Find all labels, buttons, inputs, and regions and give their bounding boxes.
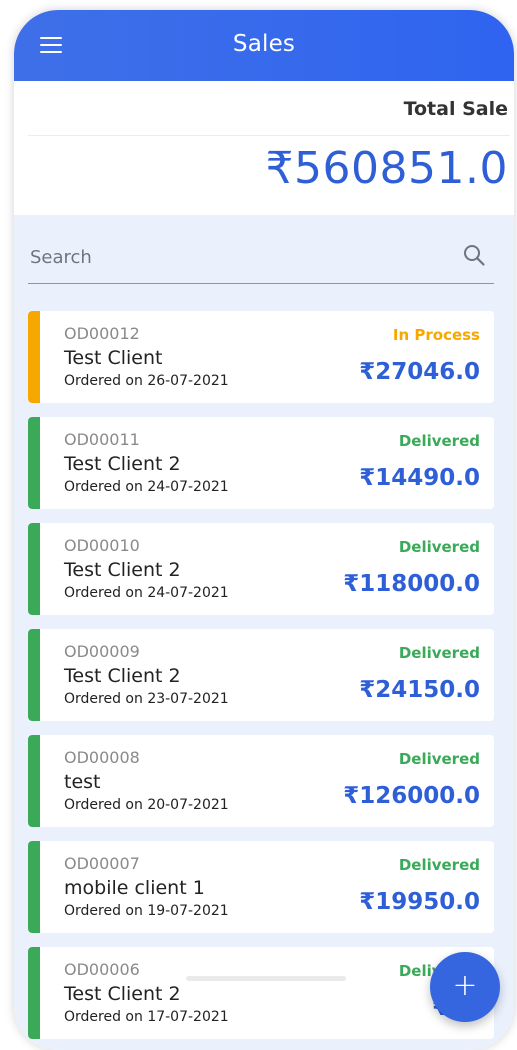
status-badge: Delivered (398, 644, 480, 662)
client-name: Test Client (64, 347, 163, 369)
order-amount: ₹118000.0 (343, 571, 480, 597)
status-badge: Delivered (398, 856, 480, 874)
status-badge: Delivered (398, 432, 480, 450)
status-stripe (28, 947, 40, 1039)
client-name: Test Client 2 (64, 559, 181, 581)
divider (28, 135, 510, 136)
total-sale-label: Total Sale (403, 98, 508, 120)
search-icon[interactable] (462, 243, 486, 267)
total-sale-summary: Total Sale ₹560851.0 (14, 81, 514, 215)
order-card[interactable]: OD00008 test Ordered on 20-07-2021 Delivere… (28, 735, 494, 827)
order-date: Ordered on 24-07-2021 (64, 479, 229, 495)
search-bar (28, 233, 494, 284)
status-stripe (28, 417, 40, 509)
order-card[interactable]: OD00010 Test Client 2 Ordered on 24-07-202… (28, 523, 494, 615)
status-stripe (28, 841, 40, 933)
order-date: Ordered on 24-07-2021 (64, 585, 229, 601)
status-stripe (28, 523, 40, 615)
order-date: Ordered on 26-07-2021 (64, 373, 229, 389)
status-stripe (28, 629, 40, 721)
order-id: OD00011 (64, 430, 140, 449)
app-bar: Sales (14, 10, 514, 81)
page-title: Sales (232, 31, 296, 57)
order-card[interactable]: OD00012 Test Client Ordered on 26-07-2021 I… (28, 311, 494, 403)
order-id: OD00008 (64, 748, 140, 767)
plus-icon: + (452, 968, 478, 1003)
status-badge: Delivered (398, 750, 480, 768)
order-date: Ordered on 19-07-2021 (64, 903, 229, 919)
order-id: OD00006 (64, 960, 140, 979)
total-sale-value: ₹560851.0 (265, 143, 508, 194)
order-id: OD00009 (64, 642, 140, 661)
client-name: test (64, 771, 101, 793)
order-amount: ₹24150.0 (359, 677, 480, 703)
order-card[interactable]: OD00007 mobile client 1 Ordered on 19-07-2… (28, 841, 494, 933)
order-id: OD00010 (64, 536, 140, 555)
phone-screen: Sales Total Sale ₹560851.0 OD00012 Test C… (14, 10, 514, 1050)
orders-list-area: OD00012 Test Client Ordered on 26-07-2021 I… (14, 215, 514, 1050)
order-date: Ordered on 23-07-2021 (64, 691, 229, 707)
order-date: Ordered on 20-07-2021 (64, 797, 229, 813)
home-indicator (186, 976, 346, 981)
status-stripe (28, 311, 40, 403)
client-name: mobile client 1 (64, 877, 205, 899)
status-badge: Delivered (398, 538, 480, 556)
order-id: OD00012 (64, 324, 140, 343)
order-amount: ₹14490.0 (359, 465, 480, 491)
client-name: Test Client 2 (64, 665, 181, 687)
order-date: Ordered on 17-07-2021 (64, 1009, 229, 1025)
add-order-button[interactable]: + (430, 952, 500, 1022)
order-card[interactable]: OD00009 Test Client 2 Ordered on 23-07-202… (28, 629, 494, 721)
client-name: Test Client 2 (64, 453, 181, 475)
order-amount: ₹27046.0 (359, 359, 480, 385)
order-id: OD00007 (64, 854, 140, 873)
order-card[interactable]: OD00011 Test Client 2 Ordered on 24-07-202… (28, 417, 494, 509)
order-amount: ₹126000.0 (343, 783, 480, 809)
status-badge: In Process (392, 326, 480, 344)
status-stripe (28, 735, 40, 827)
search-input[interactable] (28, 241, 452, 273)
client-name: Test Client 2 (64, 983, 181, 1005)
order-amount: ₹19950.0 (359, 889, 480, 915)
order-card[interactable]: OD00006 Test Client 2 Ordered on 17-07-202… (28, 947, 494, 1039)
